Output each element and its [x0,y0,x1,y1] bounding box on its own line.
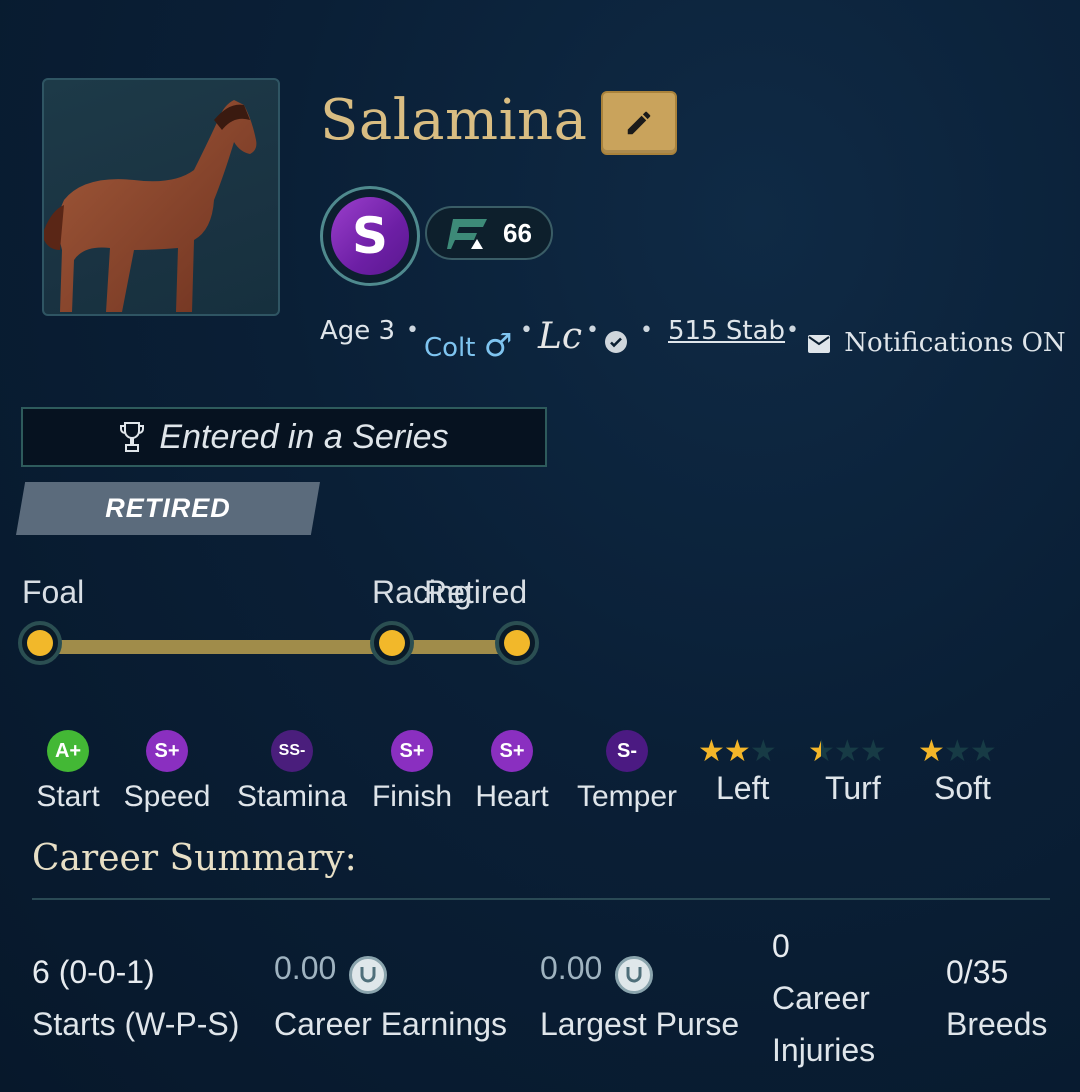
series-banner[interactable]: Entered in a Series [21,407,547,467]
pref-label-turf: Turf [825,770,881,806]
earnings-label: Career Earnings [274,1006,507,1042]
stars-soft: ★★★ [918,734,997,769]
purse-value-group: 0.00 [540,950,654,994]
male-icon: ♂ [483,326,513,364]
horse-portrait [42,78,280,316]
notifications-toggle[interactable]: Notifications ON [808,328,1066,358]
horseshoe-coin-icon [349,955,388,994]
starts-label: Starts (W-P-S) [32,1006,240,1042]
purse-label: Largest Purse [540,1006,740,1042]
star-icon: ★ [969,734,997,769]
stat-grade-badge: S+ [391,730,433,772]
divider [32,898,1050,900]
pref-label-left: Left [716,770,770,806]
stat-grade-badge: A+ [47,730,89,772]
envelope-icon [808,334,830,353]
timeline-node-retired [495,621,539,665]
stat-grade-badge: S+ [491,730,533,772]
timeline-label-foal: Foal [22,574,85,610]
rating-value: 66 [503,217,532,248]
timeline-node-foal [18,621,62,665]
status-badge: RETIRED [16,482,320,535]
stat-label: Finish [371,780,453,813]
sex-text: Colt [424,333,476,363]
starts-value: 6 (0-0-1) [32,954,155,990]
edit-name-button[interactable] [601,91,677,155]
star-icon: ★ [918,734,945,769]
star-icon: ★ [723,734,751,769]
stat-temper: S- Temper [568,730,686,814]
purse-value: 0.00 [540,950,603,986]
sex-label[interactable]: Colt ♂ [424,326,512,364]
injuries-value: 0 [772,928,790,964]
timeline-label-retired: Retired [424,574,528,610]
star-icon: ★ [943,734,971,769]
stat-label: Heart [475,780,549,813]
pencil-icon [627,111,651,135]
stable-link[interactable]: 515 Stab [668,316,785,346]
stat-speed: S+ Speed [116,730,218,814]
rating-logo-icon [447,219,487,249]
half-star-icon: ★★ [808,734,835,769]
timeline-node-racing [370,621,414,665]
grade-letter: S [331,197,409,275]
horse-portrait-icon [44,100,257,312]
trophy-icon [120,422,145,452]
earnings-value-group: 0.00 [274,950,388,994]
earnings-value: 0.00 [274,950,337,986]
stat-label: Start [36,780,100,813]
horse-name: Salamina [320,88,588,153]
breeds-value: 0/35 [946,954,1009,990]
stat-label: Temper [576,780,678,813]
stars-left: ★★★ [698,734,777,769]
verified-icon [604,330,628,361]
star-icon: ★ [859,734,887,769]
stat-stamina: SS- Stamina [230,730,354,814]
notifications-label: Notifications ON [844,328,1066,358]
stat-grade-badge: SS- [271,730,313,772]
stars-turf: ★★★★ [808,734,887,769]
stat-heart: S+ Heart [468,730,556,814]
star-icon: ★ [749,734,777,769]
series-label: Entered in a Series [159,417,449,456]
lc-mark: Lc [538,316,583,357]
stat-start: A+ Start [30,730,106,814]
age-label: Age 3 [320,316,396,346]
breeds-label: Breeds [946,1006,1048,1042]
career-summary-title: Career Summary: [32,838,357,879]
star-icon: ★ [698,734,725,769]
grade-badge: S [320,186,420,286]
injuries-label-line2: Injuries [772,1032,876,1068]
timeline-bar [40,640,518,654]
stat-finish: S+ Finish [366,730,458,814]
stat-label: Speed [123,780,211,813]
star-icon: ★ [833,734,861,769]
stat-grade-badge: S- [606,730,648,772]
stat-label: Stamina [236,780,348,813]
rating-pill[interactable]: 66 [425,206,553,260]
horseshoe-coin-icon [615,955,654,994]
stat-grade-badge: S+ [146,730,188,772]
pref-label-soft: Soft [934,770,991,806]
injuries-label-line1: Career [772,980,870,1016]
